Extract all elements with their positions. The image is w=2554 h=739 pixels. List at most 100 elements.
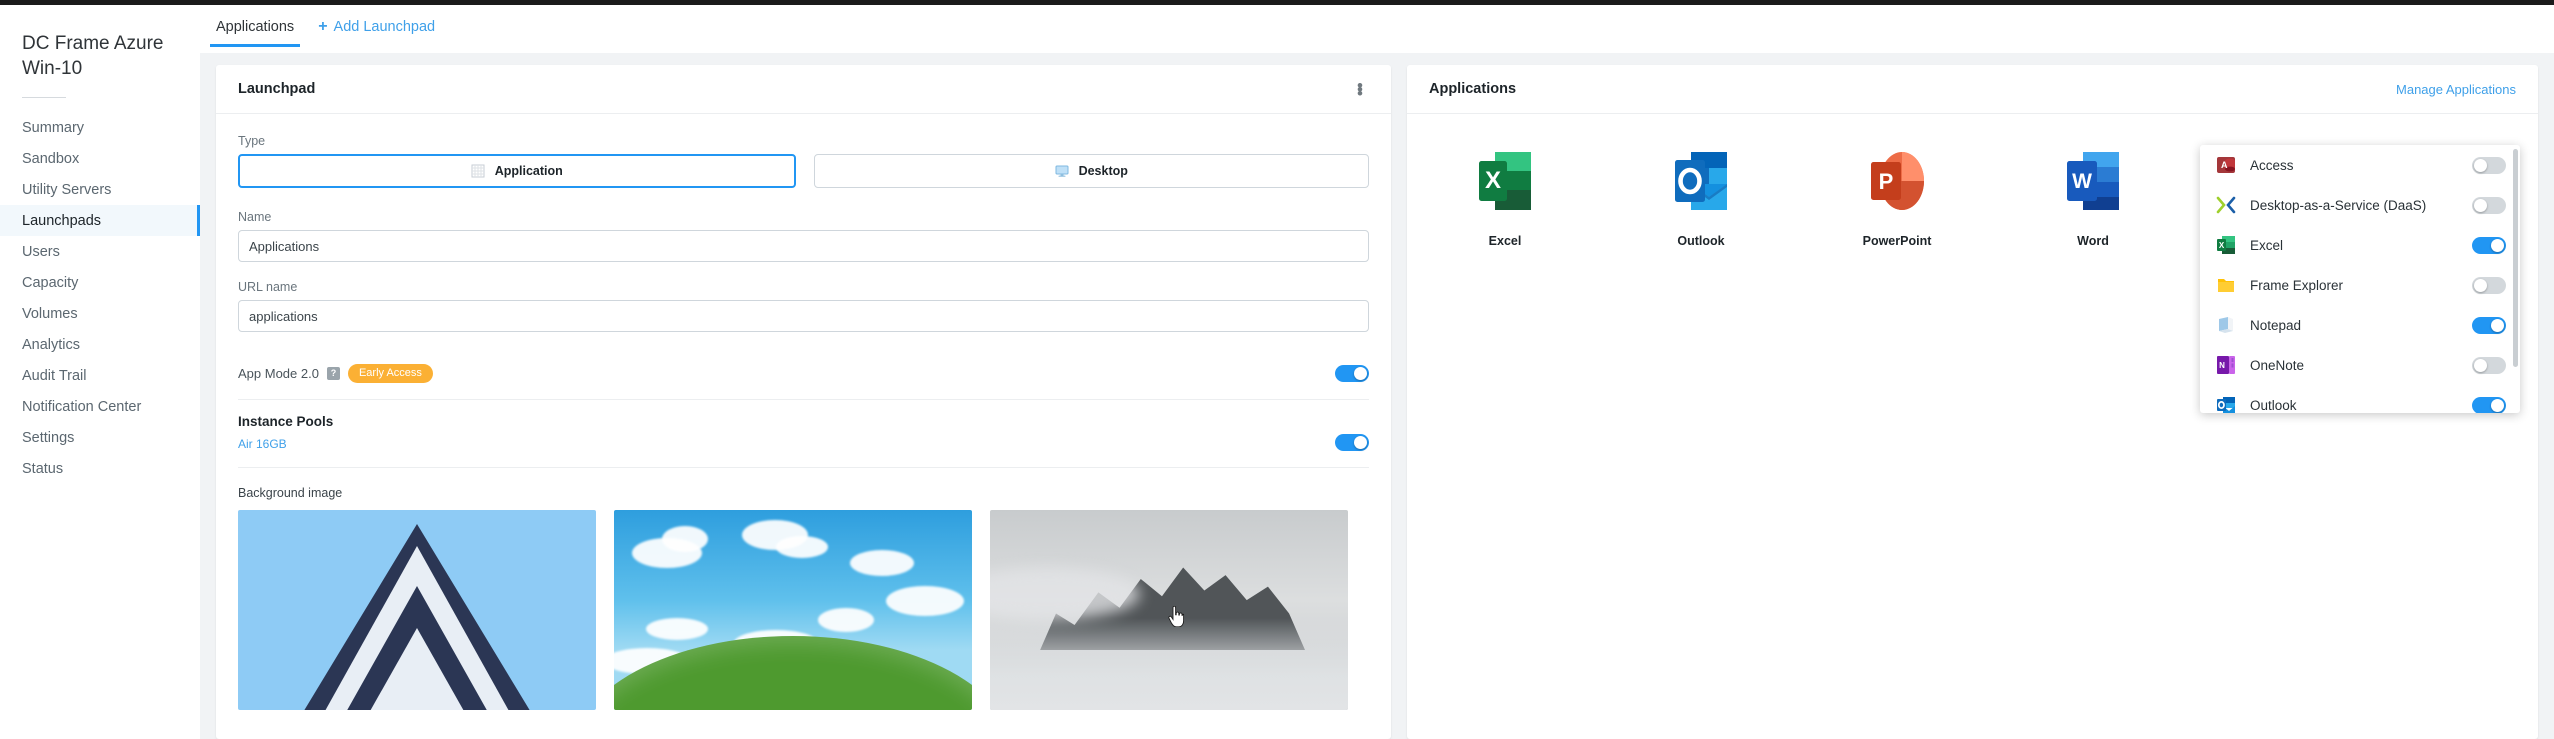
dropdown-item-onenote[interactable]: N OneNote bbox=[2200, 345, 2520, 385]
instance-pools-toggle[interactable] bbox=[1335, 434, 1369, 451]
instance-pools-title: Instance Pools bbox=[238, 414, 334, 429]
toggle-knob bbox=[2491, 318, 2504, 332]
sidebar-item-notification-center[interactable]: Notification Center bbox=[0, 391, 200, 422]
app-mode-toggle[interactable] bbox=[1335, 365, 1369, 382]
toggle-knob bbox=[2491, 398, 2504, 412]
toggle-knob bbox=[2491, 238, 2504, 252]
instance-pools-left: Instance Pools Air 16GB bbox=[238, 414, 333, 451]
app-tile-label: Outlook bbox=[1677, 234, 1725, 248]
dropdown-item-label: OneNote bbox=[2250, 357, 2305, 373]
sidebar-item-users[interactable]: Users bbox=[0, 236, 200, 267]
dropdown-item-excel[interactable]: X Excel bbox=[2200, 225, 2520, 265]
type-option-application[interactable]: Application bbox=[238, 154, 796, 188]
name-label: Name bbox=[238, 210, 272, 224]
dropdown-item-toggle[interactable] bbox=[2472, 276, 2506, 294]
excel-icon: X bbox=[2216, 235, 2236, 255]
sidebar-item-summary[interactable]: Summary bbox=[0, 112, 200, 143]
launchpad-card: Launchpad • • • Type Application Desktop… bbox=[216, 65, 1391, 739]
app-tile-word[interactable]: W Word bbox=[1995, 150, 2191, 248]
cloud-shape bbox=[646, 618, 708, 640]
applications-card: Applications Manage Applications X Excel… bbox=[1407, 65, 2538, 739]
sidebar-item-audit-trail[interactable]: Audit Trail bbox=[0, 360, 200, 391]
add-launchpad-label: Add Launchpad bbox=[333, 19, 436, 35]
toggle-knob bbox=[2474, 278, 2487, 292]
word-icon: W bbox=[2065, 150, 2121, 212]
name-input[interactable] bbox=[238, 230, 1369, 262]
type-label: Type bbox=[238, 134, 266, 148]
dropdown-item-toggle[interactable] bbox=[2472, 316, 2506, 334]
sidebar-item-capacity[interactable]: Capacity bbox=[0, 267, 200, 298]
dropdown-item-notepad[interactable]: Notepad bbox=[2200, 305, 2520, 345]
tab-applications[interactable]: Applications bbox=[210, 17, 301, 47]
onenote-icon: N bbox=[2216, 355, 2236, 375]
dropdown-item-label: Frame Explorer bbox=[2250, 277, 2344, 293]
building-thumbnail[interactable] bbox=[238, 510, 596, 710]
app-mode-label: App Mode 2.0 bbox=[238, 366, 319, 381]
background-image-thumbnails bbox=[238, 510, 1369, 710]
sidebar-item-label: Launchpads bbox=[22, 212, 102, 229]
monitor-icon bbox=[1055, 164, 1069, 178]
dropdown-item-toggle[interactable] bbox=[2472, 236, 2506, 254]
page-root: DC Frame Azure Win-10 Summary Sandbox Ut… bbox=[0, 0, 2554, 739]
powerpoint-icon: P bbox=[1869, 150, 1925, 212]
app-tile-outlook[interactable]: Outlook bbox=[1603, 150, 1799, 248]
sidebar-item-volumes[interactable]: Volumes bbox=[0, 298, 200, 329]
toggle-knob bbox=[2474, 158, 2487, 172]
dropdown-item-outlook[interactable]: Outlook bbox=[2200, 385, 2520, 413]
cloud-shape bbox=[850, 550, 914, 576]
sidebar-item-label: Summary bbox=[22, 119, 85, 136]
tab-label: Applications bbox=[216, 19, 295, 35]
dropdown-scrollbar[interactable] bbox=[2513, 149, 2518, 367]
type-selector: Application Desktop bbox=[238, 154, 1369, 188]
sidebar-item-settings[interactable]: Settings bbox=[0, 422, 200, 453]
toggle-knob bbox=[2474, 198, 2487, 212]
url-name-input[interactable] bbox=[238, 300, 1369, 332]
sidebar-item-utility-servers[interactable]: Utility Servers bbox=[0, 174, 200, 205]
toggle-knob bbox=[1354, 367, 1367, 380]
name-field-block: Name bbox=[238, 210, 1369, 262]
hill-shape bbox=[614, 636, 972, 710]
app-mode-row: App Mode 2.0 ? Early Access bbox=[238, 350, 1369, 400]
sidebar-item-label: Notification Center bbox=[22, 398, 142, 415]
mountain-thumbnail[interactable] bbox=[990, 510, 1348, 710]
dropdown-item-toggle[interactable] bbox=[2472, 196, 2506, 214]
background-image-label: Background image bbox=[238, 486, 343, 500]
dropdown-item-frame-explorer[interactable]: Frame Explorer bbox=[2200, 265, 2520, 305]
launchpad-card-header: Launchpad • • • bbox=[216, 65, 1391, 114]
sidebar-item-label: Utility Servers bbox=[22, 181, 112, 198]
sidebar-item-sandbox[interactable]: Sandbox bbox=[0, 143, 200, 174]
tab-bar: Applications + Add Launchpad bbox=[200, 5, 2554, 53]
type-option-label: Application bbox=[494, 164, 563, 178]
help-icon[interactable]: ? bbox=[326, 367, 340, 380]
outlook-icon bbox=[2216, 395, 2236, 413]
more-vertical-icon[interactable]: • • • bbox=[1351, 77, 1369, 102]
cloud-shape bbox=[662, 526, 708, 552]
launchpad-body: Type Application Desktop Name Applicatio… bbox=[216, 114, 1391, 710]
sidebar-item-status[interactable]: Status bbox=[0, 453, 200, 484]
sidebar-item-launchpads[interactable]: Launchpads bbox=[0, 205, 200, 236]
app-tile-excel[interactable]: X Excel bbox=[1407, 150, 1603, 248]
instance-pools-row: Instance Pools Air 16GB bbox=[238, 400, 1369, 468]
type-option-desktop[interactable]: Desktop bbox=[813, 154, 1369, 188]
content-area: Launchpad • • • Type Application Desktop… bbox=[200, 53, 2554, 739]
dropdown-item-toggle[interactable] bbox=[2472, 156, 2506, 174]
manage-applications-link[interactable]: Manage Applications bbox=[2396, 82, 2516, 97]
cloud-shape bbox=[818, 608, 874, 632]
svg-text:X: X bbox=[1485, 167, 1501, 194]
dropdown-item-label: Desktop-as-a-Service (DaaS) bbox=[2250, 197, 2427, 213]
toggle-knob bbox=[2474, 358, 2487, 372]
field-thumbnail[interactable] bbox=[614, 510, 972, 710]
dropdown-item-daas[interactable]: Desktop-as-a-Service (DaaS) bbox=[2200, 185, 2520, 225]
dropdown-item-access[interactable]: A Access bbox=[2200, 145, 2520, 185]
sidebar-nav: Summary Sandbox Utility Servers Launchpa… bbox=[0, 112, 200, 484]
dropdown-item-toggle[interactable] bbox=[2472, 356, 2506, 374]
add-launchpad-button[interactable]: + Add Launchpad bbox=[312, 17, 441, 37]
sidebar-item-analytics[interactable]: Analytics bbox=[0, 329, 200, 360]
svg-text:W: W bbox=[2072, 170, 2092, 193]
dropdown-item-toggle[interactable] bbox=[2472, 396, 2506, 413]
sidebar-item-label: Settings bbox=[22, 429, 75, 446]
early-access-badge: Early Access bbox=[347, 364, 433, 383]
instance-pool-link[interactable]: Air 16GB bbox=[238, 437, 333, 451]
app-tile-powerpoint[interactable]: P PowerPoint bbox=[1799, 150, 1995, 248]
sidebar-item-label: Capacity bbox=[22, 274, 79, 291]
